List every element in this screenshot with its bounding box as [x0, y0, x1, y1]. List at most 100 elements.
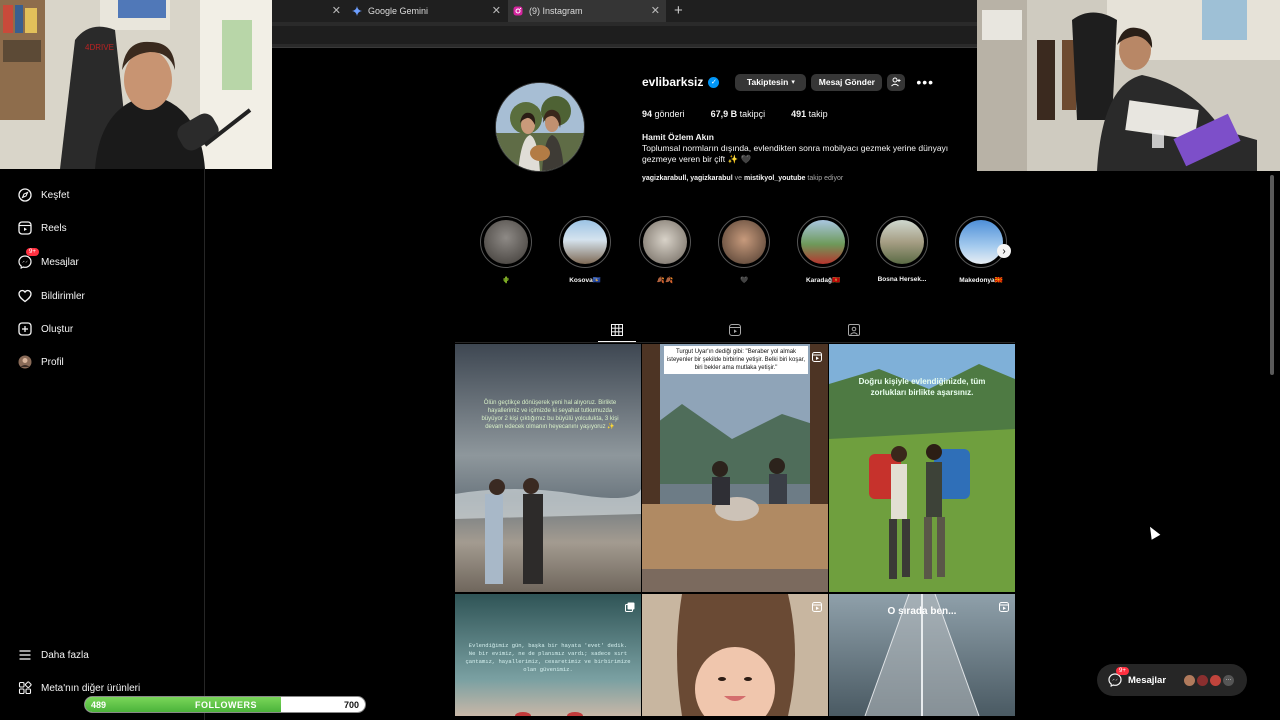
sidebar-item-profil[interactable]: Profil — [17, 354, 64, 370]
post-caption: Ölün geçtikçe dönüşerek yeni hal alıyoru… — [481, 400, 619, 430]
grid-squares-icon — [17, 680, 33, 696]
tab-title: (9) Instagram — [529, 6, 583, 16]
reel-icon — [999, 599, 1009, 612]
profile-avatar-large[interactable] — [495, 82, 585, 172]
highlight-label: Karadağ🇲🇪 — [805, 277, 841, 284]
reel-icon — [812, 349, 822, 362]
following-button[interactable]: Takiptesin ▾ — [735, 73, 807, 91]
sidebar-item-mesajlar[interactable]: 9+ Mesajlar — [17, 248, 79, 270]
followed-by-last: mistikyol_youtube — [743, 175, 806, 182]
story-highlight[interactable]: Kosova🇽🇰 — [557, 216, 613, 284]
story-highlight[interactable]: Bosna Hersek... — [874, 216, 930, 283]
story-highlight[interactable]: Karadağ🇲🇪 — [795, 216, 851, 284]
tab-title: Google Gemini — [368, 6, 429, 16]
sidebar-item-label: Oluştur — [41, 323, 74, 335]
story-highlight[interactable]: 🌵 — [478, 216, 534, 284]
close-icon[interactable]: ✕ — [332, 4, 341, 17]
address-bar[interactable] — [272, 22, 977, 48]
menu-icon — [17, 647, 33, 663]
post-caption: Doğru kişiyle evlendiğinizde, tüm zorluk… — [858, 377, 986, 397]
compass-icon — [17, 187, 33, 203]
reel-icon — [812, 599, 822, 612]
svg-text:4DRIVE: 4DRIVE — [85, 43, 114, 52]
highlight-label: 🖤 — [739, 277, 749, 284]
page-scrollbar[interactable] — [1268, 171, 1276, 720]
post-thumbnail[interactable]: Evlendiğimiz gün, başka bir hayata 'evet… — [455, 594, 641, 716]
followers-count[interactable]: 67,9 B takipçi — [711, 109, 766, 119]
new-tab-icon[interactable]: + — [674, 2, 683, 19]
sidebar-item-olustur[interactable]: Oluştur — [17, 321, 73, 337]
post-thumbnail[interactable]: Ölün geçtikçe dönüşerek yeni hal alıyoru… — [455, 344, 641, 592]
browser-tab-bar: ✕ Google Gemini ✕ (9) Instagram ✕ + — [272, 0, 977, 22]
browser-tab[interactable]: ✕ — [272, 0, 347, 22]
highlight-label: Kosova🇽🇰 — [569, 277, 601, 284]
sidebar-item-meta[interactable]: Meta'nın diğer ürünleri — [17, 680, 140, 696]
avatar — [1210, 674, 1222, 686]
sidebar-item-label: Keşfet — [41, 189, 70, 201]
mouse-cursor-icon — [1145, 524, 1161, 540]
suggest-user-button[interactable] — [887, 73, 906, 91]
reels-icon — [729, 324, 741, 336]
post-thumbnail[interactable]: O sırada ben... — [829, 594, 1015, 716]
post-thumbnail[interactable]: Doğru kişiyle evlendiğinizde, tüm zorluk… — [829, 344, 1015, 592]
plus-square-icon — [17, 321, 33, 337]
followers-goal-bar: FOLLOWERS 489 700 — [84, 696, 366, 713]
close-icon[interactable]: ✕ — [492, 4, 501, 17]
sidebar-item-label: Bildirimler — [41, 290, 85, 302]
messages-popup-button[interactable]: 9+ Mesajlar ··· — [1097, 664, 1247, 696]
webcam-left: 4DRIVE — [0, 0, 272, 169]
post-caption: Evlendiğimiz gün, başka bir hayata 'evet… — [465, 642, 631, 673]
tab-tagged[interactable] — [846, 322, 862, 338]
more-avatars-icon: ··· — [1223, 674, 1235, 686]
tab-google-gemini[interactable]: Google Gemini ✕ — [352, 0, 507, 22]
sidebar-item-label: Profil — [41, 356, 64, 368]
highlight-label: 🌵 — [501, 277, 511, 284]
sidebar-item-bildirimler[interactable]: Bildirimler — [17, 288, 85, 304]
post-thumbnail[interactable] — [642, 594, 828, 716]
tab-instagram[interactable]: (9) Instagram ✕ — [508, 0, 666, 22]
tab-reels[interactable] — [727, 322, 743, 338]
messenger-icon: 9+ — [17, 248, 39, 270]
highlight-label: 🍂🍂 — [656, 277, 674, 284]
add-person-icon — [891, 77, 901, 87]
highlight-label: Bosna Hersek... — [877, 276, 927, 283]
sidebar-item-reels[interactable]: Reels — [17, 220, 67, 236]
webcam-right — [977, 0, 1280, 171]
sidebar-item-label: Daha fazla — [41, 649, 89, 661]
avatar — [1184, 674, 1196, 686]
post-caption: Turgut Uyar'ın dediği gibi: "Beraber yol… — [664, 346, 808, 374]
bio-name: Hamit Özlem Akın — [642, 132, 714, 142]
post-thumbnail[interactable]: Turgut Uyar'ın dediği gibi: "Beraber yol… — [642, 344, 828, 592]
avatar — [1197, 674, 1209, 686]
notification-badge: 9+ — [1116, 667, 1129, 675]
profile-stats: 94 gönderi 67,9 B takipçi 491 takip — [642, 109, 828, 119]
sidebar-item-label: Mesajlar — [41, 256, 79, 268]
reels-icon — [17, 220, 33, 236]
following-count[interactable]: 491 takip — [791, 109, 828, 119]
gemini-icon — [352, 6, 362, 16]
message-button[interactable]: Mesaj Gönder — [811, 73, 883, 91]
story-highlight[interactable]: 🍂🍂 — [637, 216, 693, 284]
posts-count[interactable]: 94 gönderi — [642, 109, 685, 119]
profile-avatar — [17, 354, 33, 370]
active-tab-indicator — [598, 341, 636, 342]
instagram-icon — [513, 6, 523, 16]
sidebar-item-kesfet[interactable]: Keşfet — [17, 187, 69, 203]
bio-text: Toplumsal normların dışında, evlendikten… — [642, 143, 949, 164]
followed-by[interactable]: yagizkarabull, yagizkarabul ve mistikyol… — [642, 175, 843, 182]
heart-icon — [17, 288, 33, 304]
messages-pill-label: Mesajlar — [1128, 674, 1167, 686]
followers-goal-label: FOLLOWERS — [195, 700, 257, 710]
carousel-icon — [625, 599, 635, 612]
more-options-icon[interactable]: ••• — [916, 74, 934, 90]
sidebar-item-more[interactable]: Daha fazla — [17, 647, 89, 663]
chevron-right-icon[interactable]: › — [997, 244, 1011, 258]
sidebar-nav: Keşfet Reels 9+ Mesajlar Bildirimler Olu… — [0, 169, 205, 720]
followers-current: 489 — [91, 700, 107, 710]
recent-contacts-avatars: ··· — [1184, 674, 1235, 686]
story-highlight[interactable]: 🖤 — [716, 216, 772, 284]
close-icon[interactable]: ✕ — [651, 4, 660, 17]
tagged-icon — [848, 324, 860, 336]
followers-goal-target: 700 — [343, 700, 359, 710]
tab-posts-grid[interactable] — [609, 322, 625, 338]
